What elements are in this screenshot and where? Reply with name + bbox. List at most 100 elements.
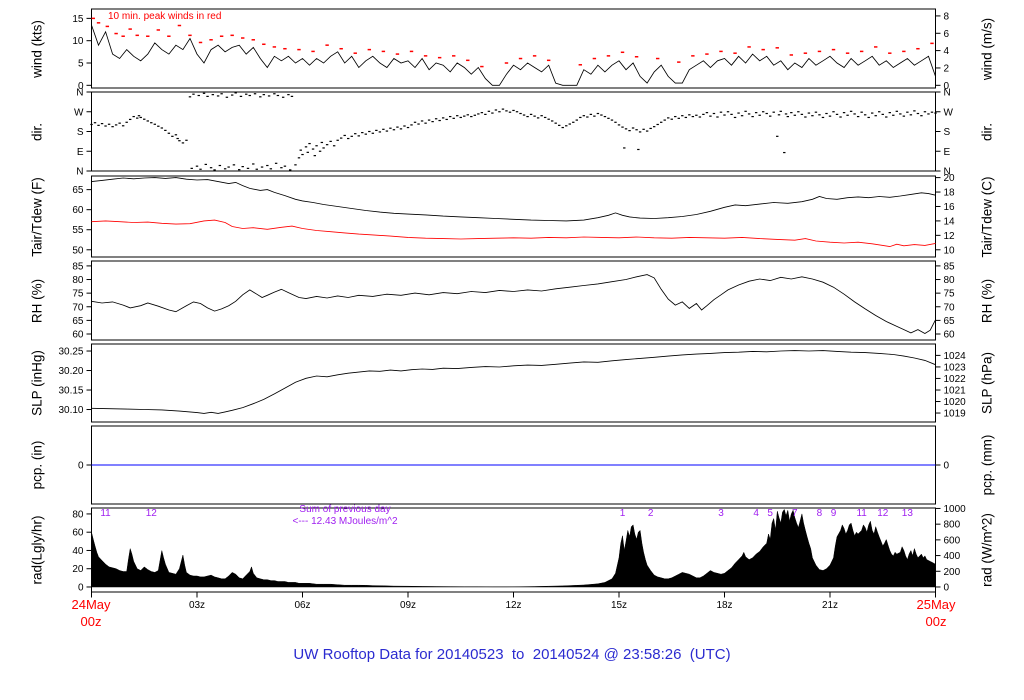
peak-wind-point <box>311 50 315 53</box>
wind-direction-point <box>396 126 399 128</box>
wind-direction-point <box>660 121 663 123</box>
wind-direction-point <box>565 125 568 127</box>
peak-wind-point <box>606 55 611 57</box>
dir-left-tick-label: E <box>77 147 84 158</box>
peak-wind-point <box>803 52 808 54</box>
wind-direction-point <box>280 167 283 169</box>
wind-direction-point <box>501 108 505 110</box>
x-tick-label: 03z <box>189 600 205 611</box>
wind-direction-point <box>104 125 107 127</box>
rh-right-tick-label: 60 <box>944 330 956 341</box>
peak-wind-point <box>930 42 934 45</box>
wind-direction-point <box>885 116 888 118</box>
wind-direction-point <box>920 115 923 117</box>
wind-direction-point <box>712 112 716 115</box>
slp-right-tick-label: 1020 <box>944 397 967 408</box>
wind-direction-point <box>339 137 343 139</box>
wind-direction-point <box>266 164 269 167</box>
peak-wind-point <box>859 50 864 53</box>
wind-direction-point <box>783 151 786 154</box>
slp-sea-level-pressure-line <box>91 350 936 414</box>
wind-direction-point <box>519 112 522 115</box>
wind-direction-point <box>814 111 818 113</box>
peak-wind-point <box>655 57 660 60</box>
wind-direction-point <box>392 129 396 131</box>
wind-direction-point <box>579 116 582 119</box>
wind-direction-point <box>287 94 290 96</box>
wind-direction-point <box>637 148 640 151</box>
wind-direction-point <box>895 110 899 112</box>
wind-direction-point <box>888 112 891 114</box>
wind-direction-point <box>269 168 273 170</box>
end-date-line1: 25May <box>916 597 956 612</box>
wind-direction-point <box>132 115 135 118</box>
temp-right-axis-title: Tair/Tdew (C) <box>979 175 995 258</box>
wind-direction-point <box>494 109 498 111</box>
wind-direction-point <box>262 94 266 96</box>
wind-direction-point <box>853 113 856 115</box>
wind-direction-point <box>645 130 649 132</box>
wind-direction-point <box>765 112 768 115</box>
rad-hour-marker: 3 <box>718 508 724 519</box>
peak-wind-point <box>789 54 794 56</box>
wind-direction-point <box>860 111 863 113</box>
wind-direction-point <box>354 133 357 135</box>
slp-left-axis-title: SLP (inHg) <box>29 350 45 416</box>
wind-direction-point <box>118 122 121 124</box>
peak-wind-point <box>874 46 878 48</box>
wind-wind-speed-line <box>91 24 936 86</box>
wind-direction-point <box>800 113 804 115</box>
peak-wind-point <box>146 35 150 37</box>
wind-direction-point <box>121 125 125 127</box>
peak-wind-point <box>230 34 234 37</box>
peak-wind-point <box>325 44 329 46</box>
wind-direction-point <box>642 128 645 130</box>
peak-wind-point <box>466 59 470 62</box>
peak-wind-point <box>381 50 386 53</box>
peak-wind-point <box>902 50 906 53</box>
wind-direction-point <box>913 110 916 112</box>
temperature-left-tick-label: 60 <box>72 205 84 216</box>
wind-direction-point <box>434 118 438 120</box>
peak-wind-point <box>177 24 182 27</box>
wind-direction-point <box>253 93 257 95</box>
pcp-right-axis-title: pcp. (mm) <box>979 434 995 496</box>
wind-direction-point <box>361 131 364 134</box>
wind-direction-point <box>320 141 324 144</box>
wind-direction-point <box>508 111 512 113</box>
wind-direction-point <box>804 116 807 118</box>
x-tick-label: 15z <box>611 600 627 611</box>
wind-direction-point <box>522 114 526 116</box>
wind-direction-point <box>512 109 515 112</box>
peak-wind-point <box>114 32 118 35</box>
peak-wind-point <box>817 50 822 53</box>
wind-direction-point <box>364 133 367 135</box>
peak-wind-point <box>518 57 523 60</box>
peak-wind-point <box>845 52 850 54</box>
wind-direction-point <box>536 117 540 119</box>
end-date-line2: 00z <box>925 614 947 629</box>
peak-wind-point <box>272 46 277 48</box>
rad-hour-marker: 12 <box>145 508 157 519</box>
wind-direction-point <box>427 119 431 121</box>
wind-direction-point <box>181 142 185 144</box>
rad-right-tick-label: 800 <box>944 520 961 531</box>
wind-direction-point <box>174 134 178 136</box>
peak-wind-annotation: 10 min. peak winds in red <box>108 11 222 22</box>
temperature-right-tick-label: 12 <box>944 231 956 242</box>
wind-direction-point <box>515 111 519 113</box>
wind-direction-point <box>255 168 258 170</box>
wind-direction-point <box>308 142 311 145</box>
wind-direction-point <box>572 121 575 123</box>
wind-direction-point <box>614 121 617 123</box>
wind-direction-point <box>533 115 536 117</box>
peak-wind-point <box>297 48 301 51</box>
dir-right-tick-label: E <box>944 147 951 158</box>
wind-direction-point <box>874 115 877 117</box>
wind-direction-point <box>209 167 213 169</box>
rad-hour-marker: 13 <box>901 508 913 519</box>
wind-direction-point <box>150 122 153 124</box>
peak-wind-point <box>283 47 287 50</box>
peak-wind-point <box>167 35 171 37</box>
wind-direction-point <box>274 162 278 164</box>
